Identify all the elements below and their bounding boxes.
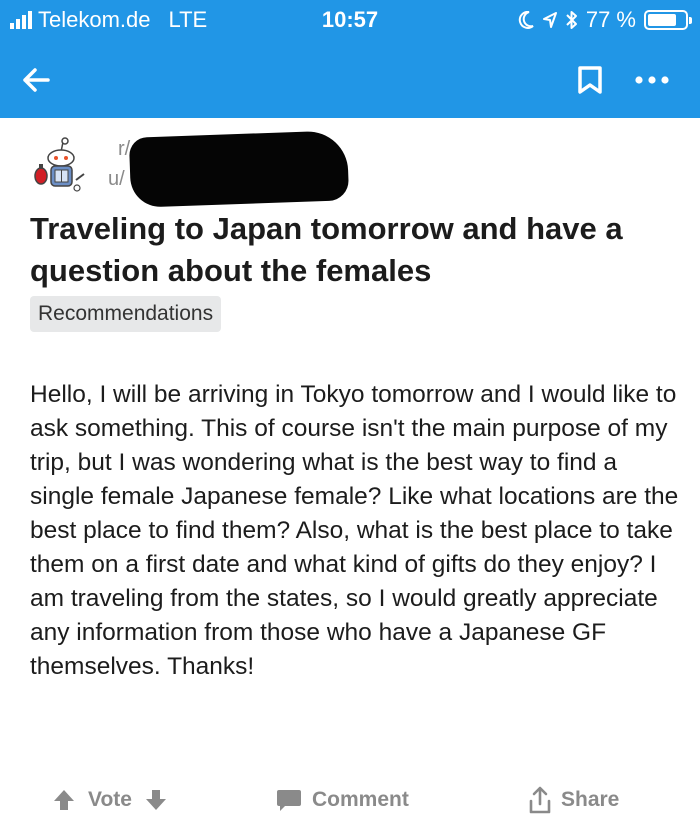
post-title: Traveling to Japan tomorrow and have a q… (30, 211, 623, 288)
downvote-arrow-icon (145, 790, 166, 810)
bookmark-icon (578, 66, 602, 94)
vote-group: Vote (50, 778, 170, 822)
share-label: Share (561, 788, 620, 811)
bookmark-button[interactable] (568, 58, 612, 102)
vote-label: Vote (88, 788, 132, 811)
snoo-avatar-icon[interactable] (30, 136, 90, 196)
location-arrow-icon (542, 12, 557, 28)
back-button[interactable] (14, 58, 58, 102)
share-icon (529, 786, 551, 814)
moon-icon (518, 11, 534, 29)
post-flair[interactable]: Recommendations (30, 296, 222, 332)
more-options-button[interactable] (624, 58, 680, 102)
app-header: Telekom.de LTE 10:57 77 % (0, 0, 700, 118)
comment-label: Comment (312, 788, 409, 811)
battery-percent: 77 % (585, 7, 636, 32)
comment-button[interactable]: Comment (276, 778, 409, 822)
post-body: Hello, I will be arriving in Tokyo tomor… (30, 381, 679, 680)
downvote-button[interactable] (142, 786, 170, 814)
arrow-left-icon (23, 68, 50, 92)
upvote-button[interactable] (50, 786, 78, 814)
post-header: r/ u/ m (30, 130, 670, 208)
post-actions: Vote Comment Share (0, 778, 700, 822)
upvote-arrow-icon (54, 790, 74, 810)
subreddit-name[interactable]: r/ (118, 138, 130, 161)
battery-level (648, 14, 676, 26)
status-right: 77 % (518, 0, 692, 40)
redaction-mark (128, 130, 350, 208)
more-dots-icon (635, 76, 669, 84)
bluetooth-icon (566, 11, 577, 29)
status-bar: Telekom.de LTE 10:57 77 % (0, 0, 700, 40)
battery-icon (644, 10, 692, 30)
nav-bar (0, 40, 700, 118)
comment-bubble-icon (277, 790, 301, 811)
author-name[interactable]: u/ (108, 168, 125, 191)
share-button[interactable]: Share (527, 778, 619, 822)
